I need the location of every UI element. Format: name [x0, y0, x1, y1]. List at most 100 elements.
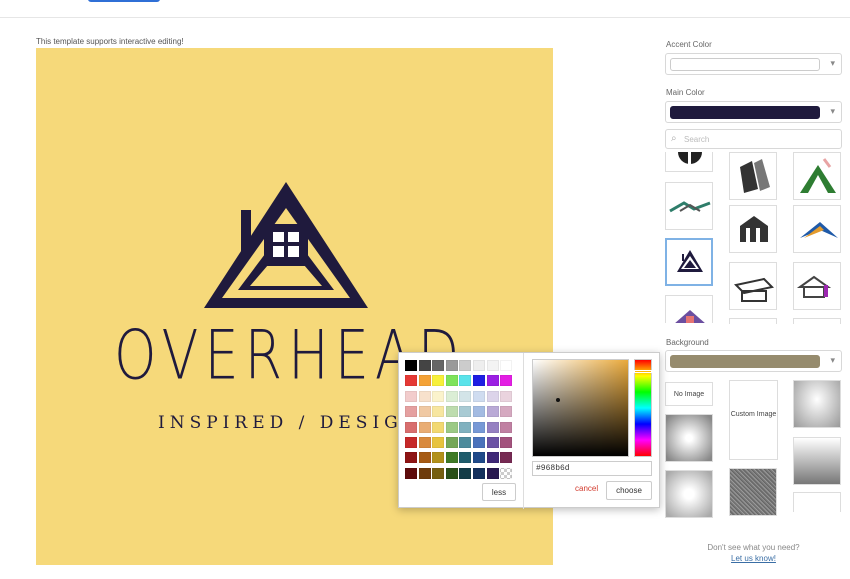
palette-swatch[interactable] [432, 375, 445, 387]
palette-swatch[interactable] [459, 390, 472, 402]
palette-swatch[interactable] [459, 421, 472, 433]
icon-tile[interactable] [729, 318, 777, 324]
icon-tile[interactable] [793, 262, 841, 310]
palette-swatch[interactable] [445, 375, 458, 387]
icon-tile[interactable] [665, 295, 713, 323]
saturation-value-area[interactable] [532, 359, 629, 457]
palette-swatch[interactable] [473, 360, 485, 371]
icon-tile[interactable] [793, 152, 841, 200]
palette-swatch[interactable] [418, 390, 431, 402]
palette-swatch[interactable] [418, 360, 431, 371]
icon-tile-selected[interactable] [665, 238, 713, 286]
palette-swatch[interactable] [445, 467, 458, 479]
custom-image-button[interactable]: Custom Image [729, 380, 778, 460]
palette-swatch[interactable] [405, 467, 417, 479]
palette-swatch[interactable] [500, 452, 513, 464]
hue-slider[interactable] [634, 359, 652, 457]
palette-swatch[interactable] [459, 375, 472, 387]
icon-tile[interactable] [665, 182, 713, 230]
palette-swatch[interactable] [486, 421, 499, 433]
palette-swatch[interactable] [486, 375, 499, 387]
palette-swatch[interactable] [418, 406, 431, 418]
palette-swatch[interactable] [445, 390, 458, 402]
hue-handle[interactable] [634, 370, 652, 373]
palette-swatch[interactable] [445, 437, 458, 448]
accent-color-select[interactable]: ▾ [665, 53, 842, 75]
palette-swatch[interactable] [459, 437, 472, 448]
palette-swatch[interactable] [459, 452, 472, 464]
icon-tile[interactable] [729, 152, 777, 200]
palette-swatch[interactable] [500, 437, 513, 448]
hex-input[interactable]: #968b6d [532, 461, 652, 476]
let-us-know-link[interactable]: Let us know! [731, 554, 776, 563]
palette-swatch[interactable] [500, 421, 513, 433]
palette-swatch[interactable] [473, 390, 485, 402]
icon-tile[interactable] [665, 152, 713, 172]
palette-swatch[interactable] [473, 437, 485, 448]
palette-swatch[interactable] [445, 452, 458, 464]
palette-swatch[interactable] [432, 390, 445, 402]
icon-tile[interactable] [729, 205, 777, 253]
background-select[interactable]: ▾ [665, 350, 842, 372]
palette-swatch[interactable] [418, 437, 431, 448]
palette-swatch[interactable] [405, 406, 417, 418]
palette-swatch[interactable] [405, 360, 417, 371]
palette-swatch[interactable] [486, 467, 499, 479]
palette-swatch[interactable] [432, 360, 445, 371]
logo-tagline[interactable]: INSPIRED / DESIGN [158, 413, 423, 433]
palette-swatch[interactable] [473, 375, 485, 387]
top-button[interactable] [88, 0, 160, 2]
palette-swatch[interactable] [459, 406, 472, 418]
background-tile[interactable] [665, 470, 713, 518]
icon-search-input[interactable]: ⌕ Search [665, 129, 842, 149]
palette-swatch[interactable] [405, 452, 417, 464]
palette-swatch[interactable] [418, 467, 431, 479]
color-cursor[interactable] [556, 398, 560, 402]
palette-swatch[interactable] [445, 421, 458, 433]
palette-swatch[interactable] [486, 452, 499, 464]
cancel-button[interactable]: cancel [575, 484, 598, 493]
palette-swatch[interactable] [432, 421, 445, 433]
palette-swatch[interactable] [432, 452, 445, 464]
icon-tile[interactable] [793, 318, 841, 324]
background-tile[interactable] [665, 414, 713, 462]
palette-swatch[interactable] [405, 437, 417, 448]
palette-swatch[interactable] [432, 467, 445, 479]
icon-tile[interactable] [729, 262, 777, 310]
palette-swatch[interactable] [445, 406, 458, 418]
palette-swatch[interactable] [473, 467, 485, 479]
palette-swatch[interactable] [405, 390, 417, 402]
palette-swatch[interactable] [486, 406, 499, 418]
palette-swatch[interactable] [500, 360, 513, 371]
palette-swatch[interactable] [473, 406, 485, 418]
less-button[interactable]: less [482, 483, 516, 501]
palette-swatch[interactable] [418, 421, 431, 433]
background-tile[interactable] [793, 380, 841, 428]
background-tile[interactable] [729, 468, 777, 516]
palette-swatch[interactable] [459, 360, 472, 371]
palette-swatch[interactable] [432, 437, 445, 448]
icon-tile[interactable] [793, 205, 841, 253]
palette-swatch[interactable] [418, 452, 431, 464]
palette-swatch[interactable] [473, 452, 485, 464]
background-tile[interactable] [793, 437, 841, 485]
choose-button[interactable]: choose [606, 481, 652, 500]
chevron-down-icon: ▾ [830, 106, 835, 116]
palette-swatch[interactable] [500, 390, 513, 402]
palette-swatch[interactable] [500, 467, 513, 479]
palette-swatch[interactable] [432, 406, 445, 418]
palette-swatch[interactable] [486, 360, 499, 371]
palette-swatch[interactable] [486, 437, 499, 448]
palette-swatch[interactable] [500, 375, 513, 387]
palette-swatch[interactable] [459, 467, 472, 479]
main-color-select[interactable]: ▾ [665, 101, 842, 123]
palette-swatch[interactable] [500, 406, 513, 418]
palette-swatch[interactable] [405, 375, 417, 387]
palette-swatch[interactable] [486, 390, 499, 402]
no-image-button[interactable]: No Image [665, 382, 713, 406]
palette-swatch[interactable] [473, 421, 485, 433]
palette-swatch[interactable] [418, 375, 431, 387]
background-tile[interactable] [793, 492, 841, 512]
palette-swatch[interactable] [445, 360, 458, 371]
palette-swatch[interactable] [405, 421, 417, 433]
